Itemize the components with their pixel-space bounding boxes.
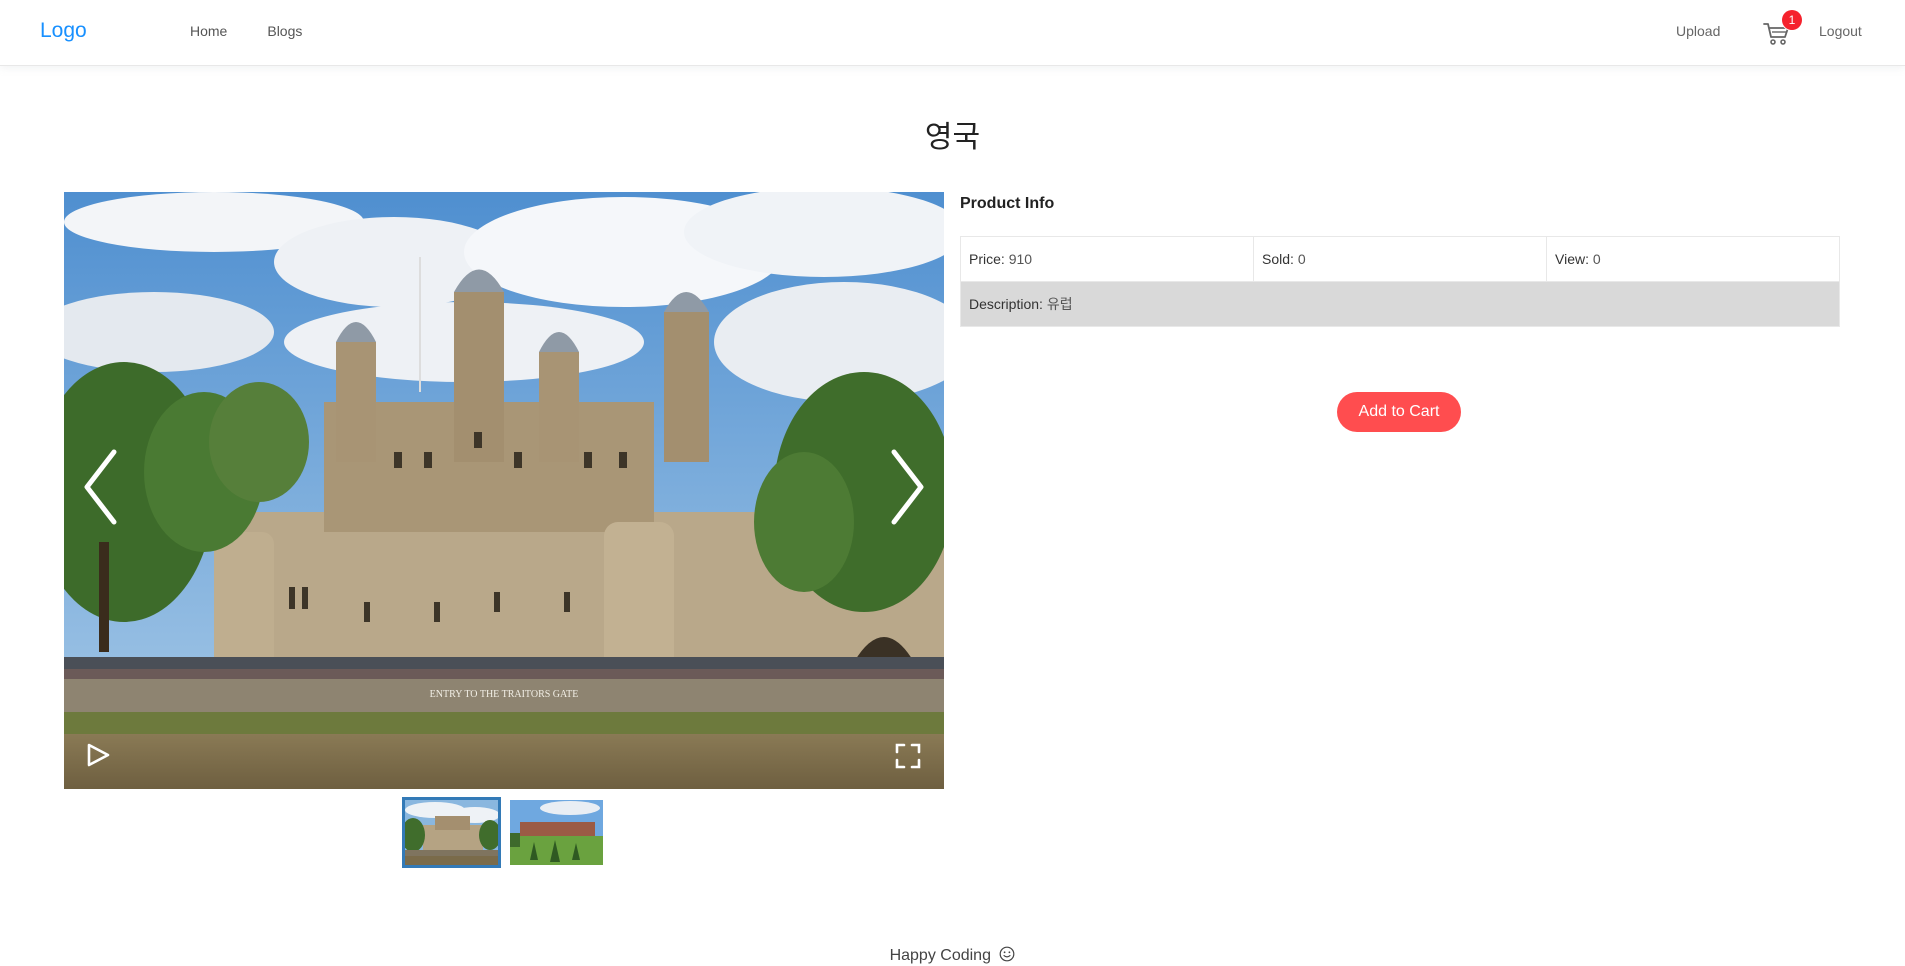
description-label: Description: [969, 296, 1040, 312]
nav-blogs-link[interactable]: Blogs: [267, 23, 302, 39]
description-value: 유럽: [1046, 296, 1073, 312]
next-image-arrow-icon[interactable]: [879, 442, 929, 532]
logout-link[interactable]: Logout: [1819, 23, 1862, 39]
product-stats-row: Price: 910 Sold: 0 View: 0: [960, 236, 1840, 282]
navbar: Logo Home Blogs Upload 1 Logout: [0, 0, 1905, 66]
product-info-table: Price: 910 Sold: 0 View: 0 Description: …: [960, 236, 1840, 327]
thumbnail-tower[interactable]: [402, 797, 501, 868]
previous-image-arrow-icon[interactable]: [79, 442, 129, 532]
upload-link[interactable]: Upload: [1676, 23, 1720, 39]
view-value: 0: [1592, 251, 1601, 267]
description-row: Description: 유럽: [960, 281, 1840, 327]
cart-count-badge: 1: [1782, 10, 1802, 30]
view-cell: View: 0: [1546, 236, 1840, 282]
description-cell: Description: 유럽: [960, 281, 1840, 327]
price-label: Price: [969, 251, 1001, 267]
tower-of-london-thumb: [405, 800, 498, 865]
view-label: View: [1555, 251, 1586, 267]
tower-of-london-photo: ENTRY TO THE TRAITORS GATE: [64, 192, 944, 789]
price-cell: Price: 910: [960, 236, 1254, 282]
footer-text: Happy Coding: [889, 947, 991, 964]
price-value: 910: [1008, 251, 1033, 267]
fullscreen-icon[interactable]: [894, 742, 922, 770]
play-slideshow-icon[interactable]: [84, 740, 112, 770]
image-gallery: ENTRY TO THE TRAITORS GATE: [64, 192, 944, 789]
smile-icon: [1000, 946, 1015, 962]
add-to-cart-button[interactable]: Add to Cart: [1337, 392, 1461, 432]
product-info-heading: Product Info: [960, 195, 1055, 212]
sold-label: Sold: [1262, 251, 1291, 267]
nav-menu: Home Blogs: [190, 23, 342, 39]
thumbnail-palace[interactable]: [507, 797, 606, 868]
sold-value: 0: [1297, 251, 1306, 267]
product-title: 영국: [924, 120, 981, 155]
sold-cell: Sold: 0: [1253, 236, 1547, 282]
gate-sign: ENTRY TO THE TRAITORS GATE: [430, 689, 579, 700]
logo-link[interactable]: Logo: [40, 19, 87, 43]
palace-garden-thumb: [510, 800, 603, 865]
footer: Happy Coding: [0, 946, 1905, 965]
nav-home-link[interactable]: Home: [190, 23, 227, 39]
thumbnail-strip: [402, 797, 606, 868]
